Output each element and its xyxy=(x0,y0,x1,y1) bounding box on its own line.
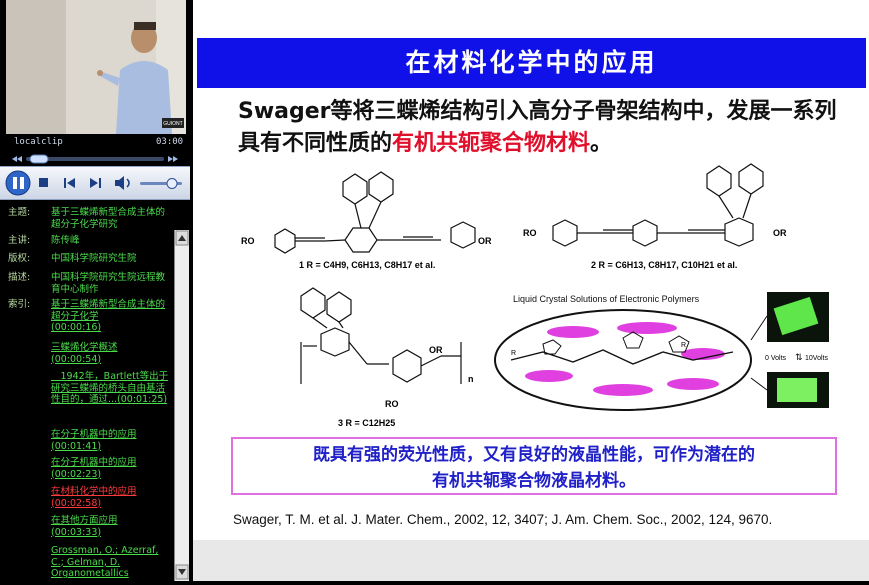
structures-figure: RO OR 1 R = C4H9, C6H13, C8H17 et al. RO… xyxy=(241,163,829,428)
svg-text:OR: OR xyxy=(429,345,443,355)
speaker-value: 陈传峰 xyxy=(51,235,80,246)
compound-1-structure xyxy=(274,171,476,254)
previous-icon[interactable] xyxy=(64,178,75,188)
highlight-red-text: 有机共轭聚合物材料 xyxy=(392,131,591,156)
highlight-box: 既具有强的荧光性质，又有良好的液晶性能，可作为潜在的 有机共轭聚合物液晶材料。 xyxy=(231,437,837,495)
description-value: 中国科学院研究生院远程教育中心制作 xyxy=(51,272,166,295)
copyright-value: 中国科学院研究生院 xyxy=(51,253,137,264)
stop-icon[interactable] xyxy=(39,178,48,187)
volume-thumb[interactable] xyxy=(166,178,178,189)
pause-button[interactable] xyxy=(5,170,31,196)
index-item[interactable]: Grossman, O.; Azerraf, C.; Gelman, D. Or… xyxy=(51,545,169,580)
player-panel: GUIONT localclip 03:00 主题: 基于三蝶烯新型合成主体的超… xyxy=(0,0,190,581)
svg-text:R: R xyxy=(511,350,516,357)
svg-text:OR: OR xyxy=(478,236,492,246)
compound-2-structure xyxy=(552,163,764,247)
index-item[interactable]: 在分子机器中的应用 (00:02:23) xyxy=(51,457,169,480)
liquid-crystal-figure: R R xyxy=(494,309,768,411)
fast-forward-icon[interactable] xyxy=(168,156,178,162)
arrows-icon: ⇅ xyxy=(795,352,803,362)
watermark-text: GUIONT xyxy=(163,121,182,127)
index-item[interactable]: 在分子机器中的应用 (00:01:41) xyxy=(51,429,169,452)
compound-3-structure xyxy=(300,287,462,384)
index-item[interactable]: 1942年，Bartlett等出于研究三蝶烯的桥头自由基活性目的，通过...(0… xyxy=(51,371,169,406)
compound-3-label: 3 R = C12H25 xyxy=(338,418,395,428)
slide-area: 在材料化学中的应用 Swager等将三蝶烯结构引入高分子骨架结构中，发展一系列具… xyxy=(193,0,869,581)
clip-name: localclip xyxy=(14,137,63,147)
svg-text:RO: RO xyxy=(241,236,255,246)
svg-text:OR: OR xyxy=(773,228,787,238)
svg-text:R: R xyxy=(681,342,686,349)
next-icon[interactable] xyxy=(90,178,101,188)
slide-title: 在材料化学中的应用 xyxy=(197,38,866,88)
svg-text:RO: RO xyxy=(385,399,399,409)
volume-icon[interactable] xyxy=(115,176,130,190)
topic-value: 基于三蝶烯新型合成主体的超分子化学研究 xyxy=(51,207,166,230)
index-item[interactable]: 在其他方面应用 (00:03:33) xyxy=(51,515,169,538)
reference-text: Swager, T. M. et al. J. Mater. Chem., 20… xyxy=(233,512,773,527)
svg-text:RO: RO xyxy=(523,228,537,238)
slide: 在材料化学中的应用 Swager等将三蝶烯结构引入高分子骨架结构中，发展一系列具… xyxy=(193,0,869,581)
control-bar xyxy=(0,166,190,200)
video-frame[interactable]: GUIONT xyxy=(6,0,186,134)
seek-row xyxy=(0,151,190,165)
svg-text:10Volts: 10Volts xyxy=(805,355,828,362)
compound-2-label: 2 R = C6H13, C8H17, C10H21 et al. xyxy=(591,260,737,270)
lc-title: Liquid Crystal Solutions of Electronic P… xyxy=(513,294,700,304)
clip-time: 03:00 xyxy=(156,137,184,147)
index-item-active[interactable]: 在材料化学中的应用 (00:02:58) xyxy=(51,486,169,509)
compound-1-label: 1 R = C4H9, C6H13, C8H17 et al. xyxy=(299,260,435,270)
info-panel: 主题: 基于三蝶烯新型合成主体的超分子化学研究 主讲: 陈传峰 版权: 中国科学… xyxy=(0,200,190,581)
svg-text:0 Volts: 0 Volts xyxy=(765,355,787,362)
clip-bar: localclip 03:00 xyxy=(0,136,190,150)
lecturer-video: GUIONT xyxy=(6,0,186,134)
info-scrollbar[interactable] xyxy=(174,230,189,581)
slide-bottom-strip xyxy=(193,540,869,581)
rewind-icon[interactable] xyxy=(12,156,22,162)
index-item[interactable]: 三蝶烯化学概述 (00:00:54) xyxy=(51,342,169,365)
svg-text:n: n xyxy=(468,374,474,384)
seek-thumb[interactable] xyxy=(29,154,49,164)
index-item[interactable]: 基于三蝶烯新型合成主体的超分子化学 (00:00:16) xyxy=(51,299,169,334)
slide-paragraph: Swager等将三蝶烯结构引入高分子骨架结构中，发展一系列具有不同性质的有机共轭… xyxy=(238,99,837,156)
